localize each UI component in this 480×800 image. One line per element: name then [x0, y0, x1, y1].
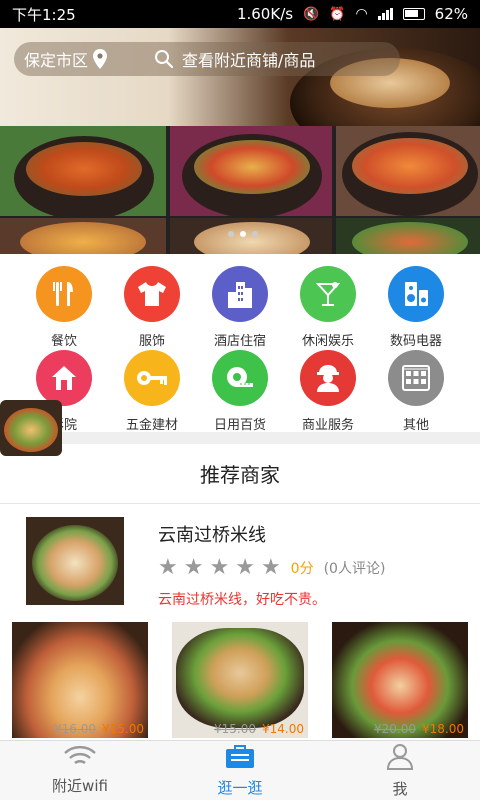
section-title: 推荐商家 [0, 444, 480, 504]
star-icon: ★ [209, 555, 230, 580]
merchant-reviews: (0人评论) [323, 561, 386, 577]
category-apparel[interactable]: 服饰 [104, 266, 200, 349]
product-image [176, 628, 304, 728]
shopping-bag-icon [224, 743, 256, 773]
category-label: 数码电器 [389, 334, 442, 349]
merchant-name: 云南过桥米线 [158, 525, 266, 546]
magnifier-icon [154, 49, 174, 69]
tape-measure-icon [212, 350, 268, 406]
section-divider [0, 432, 480, 444]
person-outline-icon [385, 742, 415, 774]
product-card[interactable]: ¥20.00 ¥18.00 [332, 622, 468, 738]
tab-browse[interactable]: 逛一逛 [160, 741, 320, 800]
carousel-image [0, 218, 166, 254]
bottom-tab-bar: 附近wifi 逛一逛 我 [0, 740, 480, 800]
star-icon: ★ [183, 555, 204, 580]
product-price: ¥20.00 ¥18.00 [374, 722, 464, 736]
location-selector[interactable]: 保定市区 [24, 47, 118, 71]
carousel-image [170, 126, 332, 216]
carousel-indicator[interactable] [228, 231, 258, 237]
carousel-dot-active[interactable] [240, 231, 246, 237]
tab-label: 逛一逛 [217, 779, 263, 797]
category-business-services[interactable]: 商业服务 [280, 350, 376, 433]
tab-label: 我 [392, 780, 408, 798]
shirt-icon [124, 266, 180, 322]
category-label: 商业服务 [301, 418, 354, 433]
carousel-image [336, 126, 480, 216]
carousel-image [336, 218, 480, 254]
merchant-image [26, 517, 124, 605]
wifi-status-icon: ◠ [355, 6, 368, 22]
category-label: 休闲娱乐 [301, 334, 354, 349]
product-old-price: ¥20.00 [374, 722, 416, 736]
star-icon: ★ [235, 555, 255, 580]
search-bar[interactable]: 保定市区 查看附近商铺/商品 [14, 42, 400, 76]
building-icon [212, 266, 268, 322]
person-icon [300, 350, 356, 406]
fork-knife-icon [36, 266, 92, 322]
category-label: 餐饮 [50, 334, 77, 349]
battery-icon [402, 8, 425, 20]
carousel-image [0, 126, 166, 216]
product-price: ¥16.00 ¥15.00 [54, 722, 144, 736]
product-image [12, 622, 148, 738]
battery-level: 62% [434, 5, 468, 23]
house-icon [36, 350, 92, 406]
star-icon: ★ [158, 555, 178, 580]
product-new-price: ¥14.00 [262, 722, 304, 736]
category-hardware[interactable]: 五金建材 [104, 350, 200, 433]
category-label: 日用百货 [213, 418, 266, 433]
status-bar: 下午1:25 1.60K/s 🔇 ⏰ ◠ 62% [0, 0, 480, 28]
merchant-rating: ★ ★ ★ ★ ★ 0分 (0人评论) [158, 557, 385, 579]
key-icon [124, 350, 180, 406]
status-time: 下午1:25 [12, 5, 76, 24]
tab-nearby-wifi[interactable]: 附近wifi [0, 741, 160, 800]
carousel-dot[interactable] [228, 231, 234, 237]
grid-icon [388, 350, 444, 406]
alarm-icon: ⏰ [329, 6, 346, 22]
merchant-card[interactable]: 云南过桥米线 ★ ★ ★ ★ ★ 0分 (0人评论) 云南过桥米线，好吃不贵。 [0, 505, 480, 615]
location-label: 保定市区 [24, 51, 89, 70]
product-old-price: ¥16.00 [54, 722, 96, 736]
carousel-dot[interactable] [252, 231, 258, 237]
category-daily-goods[interactable]: 日用百货 [192, 350, 288, 433]
mute-icon: 🔇 [303, 6, 320, 22]
tab-me[interactable]: 我 [320, 741, 480, 800]
star-icon: ★ [260, 555, 281, 580]
top-banner[interactable]: 保定市区 查看附近商铺/商品 [0, 28, 480, 126]
product-image [332, 622, 468, 738]
product-card[interactable]: ¥15.00 ¥14.00 [172, 622, 308, 738]
product-old-price: ¥15.00 [214, 722, 256, 736]
category-label: 服饰 [138, 334, 165, 349]
search-placeholder: 查看附近商铺/商品 [182, 51, 316, 70]
category-electronics[interactable]: 数码电器 [368, 266, 464, 349]
category-label: 其他 [402, 418, 429, 433]
category-label: 五金建材 [125, 418, 178, 433]
speaker-icon [388, 266, 444, 322]
merchant-score: 0分 [290, 561, 314, 577]
category-label: 酒店住宿 [213, 334, 266, 349]
category-grid: 餐饮 服饰 酒店住宿 休闲娱乐 数码电器 影院 五金建材 日用百货 商业服务 其… [0, 254, 480, 433]
tab-label: 附近wifi [52, 777, 108, 795]
signal-icon [377, 8, 393, 20]
category-leisure[interactable]: 休闲娱乐 [280, 266, 376, 349]
search-input[interactable]: 查看附近商铺/商品 [118, 47, 315, 71]
cocktail-icon [300, 266, 356, 322]
product-new-price: ¥15.00 [102, 722, 144, 736]
merchant-description: 云南过桥米线，好吃不贵。 [158, 592, 326, 608]
floating-food-thumbnail[interactable] [0, 400, 62, 456]
category-other[interactable]: 其他 [368, 350, 464, 433]
product-card[interactable]: ¥16.00 ¥15.00 [12, 622, 148, 738]
location-pin-icon [92, 48, 108, 70]
product-price: ¥15.00 ¥14.00 [214, 722, 304, 736]
product-new-price: ¥18.00 [422, 722, 464, 736]
network-speed: 1.60K/s [236, 5, 294, 23]
wifi-icon [63, 745, 97, 771]
category-hotel[interactable]: 酒店住宿 [192, 266, 288, 349]
category-dining[interactable]: 餐饮 [16, 266, 112, 349]
